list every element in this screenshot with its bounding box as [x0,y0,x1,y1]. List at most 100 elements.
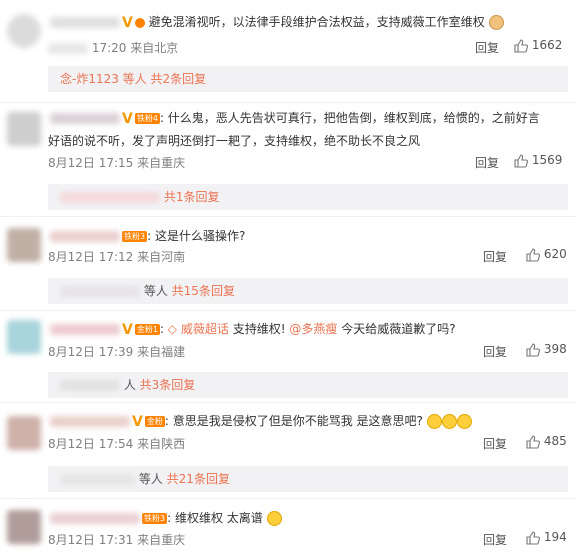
replies-box[interactable]: 等人 共21条回复 [48,466,568,492]
divider [0,216,576,217]
replies-box[interactable]: 人 共3条回复 [48,372,568,398]
comment-time: 8月12日 17:39 [48,345,134,359]
reply-button[interactable]: 回复 [475,154,499,171]
comment-location: 来自陕西 [137,437,186,451]
username[interactable] [50,416,130,427]
emoji-icon [488,15,504,30]
reply-button[interactable]: 回复 [483,343,507,360]
comment-time: 8月12日 17:12 [48,250,134,264]
comment-location: 来自重庆 [137,533,186,547]
comment-text-2: 今天给威薇道歉了吗? [341,322,456,336]
thumbs-up-icon [526,247,540,262]
reply-button[interactable]: 回复 [483,248,507,265]
avatar[interactable] [7,14,41,48]
like-button[interactable]: 620 [526,247,567,262]
thumbs-up-icon [526,342,540,357]
verified-icon: V [122,321,133,338]
comment-time: 8月12日 17:15 [48,156,134,170]
avatar[interactable] [7,112,41,146]
replies-count-link[interactable]: 共21条回复 [167,472,230,486]
like-count: 194 [543,530,567,544]
thumbs-up-icon [514,38,528,53]
username[interactable] [50,113,120,124]
mention-link[interactable]: @多燕瘦 [289,322,337,336]
replies-users[interactable] [60,192,160,203]
fan-badge: 金粉1 [134,324,160,335]
avatar[interactable] [7,320,41,354]
like-count: 398 [543,342,567,356]
comment-text: 什么鬼，恶人先告状可真行，把他告倒，维权到底，给惯的，之前好言 [167,111,540,125]
fan-badge: 铁粉3 [142,513,168,524]
replies-box[interactable]: 等人 共15条回复 [48,278,568,304]
divider [0,498,576,499]
replies-users[interactable]: 人 [124,378,136,392]
reply-button[interactable]: 回复 [475,39,499,56]
username[interactable] [50,17,120,28]
comment-location: 来自河南 [137,250,186,264]
like-count: 485 [543,434,567,448]
comment-meta: 8月12日 17:54 来自陕西 [48,435,185,452]
avatar[interactable] [7,228,41,262]
replies-count-link[interactable]: 共15条回复 [172,284,235,298]
replies-users[interactable]: 念-炸1123 等人 [60,72,147,86]
fan-badge: 铁粉4 [134,113,160,124]
like-button[interactable]: 194 [526,530,567,545]
replies-box[interactable]: 共1条回复 [48,184,568,210]
blurred-user[interactable] [60,474,135,485]
comment-line: V 铁粉4: 什么鬼，恶人先告状可真行，把他告倒，维权到底，给惯的，之前好言 [50,109,540,128]
like-button[interactable]: 398 [526,342,567,357]
comment-text: 避免混淆视听，以法律手段维护合法权益，支持威薇工作室维权 [148,15,485,29]
comment-meta: 8月12日 17:39 来自福建 [48,343,185,360]
username[interactable] [50,231,120,242]
replies-users[interactable]: 等人 [139,472,163,486]
topic-link[interactable]: 威薇超话 [181,322,229,336]
like-button[interactable]: 1569 [514,153,562,168]
comment-line: 铁粉3: 这是什么骚操作? [50,227,245,245]
replies-box[interactable]: 念-炸1123 等人 共2条回复 [48,66,568,92]
username[interactable] [50,324,120,335]
thumbs-up-icon [526,530,540,545]
avatar[interactable] [7,510,41,544]
comment-time: 8月12日 17:54 [48,437,134,451]
replies-count-link[interactable]: 共2条回复 [151,72,207,86]
divider [0,102,576,103]
comment-text: 支持维权! [232,322,286,336]
comment-location: 来自福建 [137,345,186,359]
replies-users[interactable]: 等人 [144,284,168,298]
comment-meta: 8月12日 17:31 来自重庆 [48,531,185,548]
blurred-date [48,43,88,54]
comment-5: V 金粉: 意思是我是侵权了但是你不能骂我 是这意思吧? 8月12日 17:54 … [0,404,576,496]
verified-icon: V [122,14,133,31]
emoji-icon [266,511,282,526]
comment-line: 铁粉3: 维权维权 太离谱 [50,509,282,527]
like-button[interactable]: 485 [526,434,567,449]
like-button[interactable]: 1662 [514,38,562,53]
reply-button[interactable]: 回复 [483,531,507,548]
comment-6: 铁粉3: 维权维权 太离谱 8月12日 17:31 来自重庆 回复 194 [0,500,576,552]
comment-4: V 金粉1: ◇ 威薇超话 支持维权! @多燕瘦 今天给威薇道歉了吗? 8月12日… [0,312,576,400]
verified-icon: V [132,413,143,430]
like-count: 1662 [531,38,563,52]
divider [0,402,576,403]
username[interactable] [50,513,140,524]
reply-button[interactable]: 回复 [483,435,507,452]
comment-line: V 避免混淆视听，以法律手段维护合法权益，支持威薇工作室维权 [50,13,504,32]
topic-icon[interactable]: ◇ [168,322,177,336]
comment-meta: 17:20 来自北京 [48,39,178,56]
blurred-user[interactable] [60,380,120,391]
avatar[interactable] [7,416,41,450]
comment-text: 意思是我是侵权了但是你不能骂我 是这意思吧? [172,414,423,428]
replies-count-link[interactable]: 共1条回复 [164,190,220,204]
thumbs-up-icon [514,153,528,168]
replies-count-link[interactable]: 共3条回复 [140,378,196,392]
verified-icon: V [122,110,133,127]
shocked-emoji-icon [441,414,457,429]
blurred-user[interactable] [60,286,140,297]
divider [0,310,576,311]
thumbs-up-icon [526,434,540,449]
comment-time: 17:20 [91,41,127,55]
fan-badge: 金粉 [144,416,165,427]
comment-text-continued: 好语的说不听，发了声明还倒打一耙了，支持维权，绝不助长不良之风 [48,134,421,148]
comment-location: 来自重庆 [137,156,186,170]
comment-location: 来自北京 [130,41,179,55]
